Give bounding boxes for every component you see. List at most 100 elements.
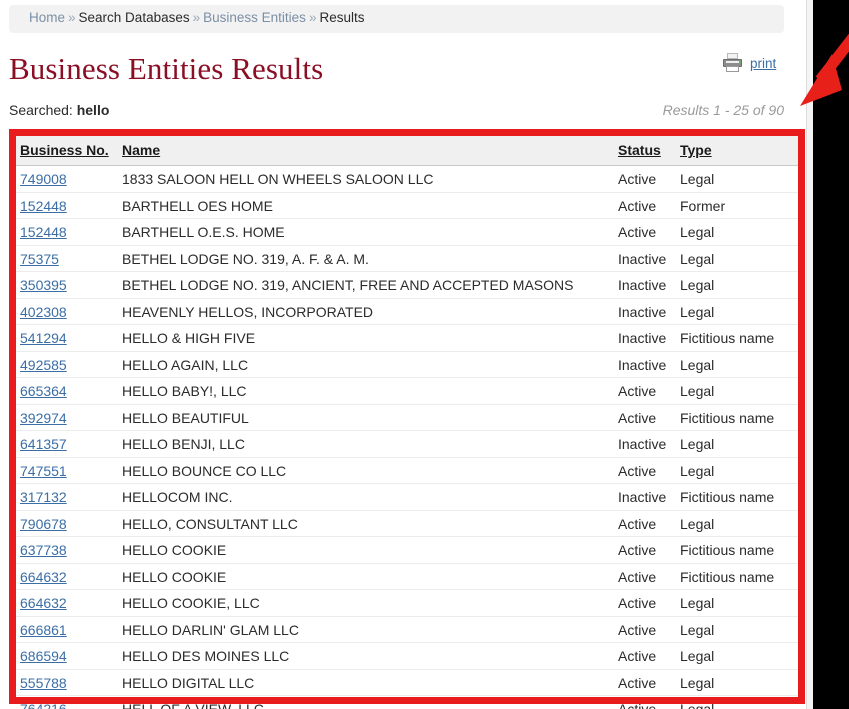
table-row: 317132 HELLOCOM INC. Inactive Fictitious na… xyxy=(16,484,798,510)
cell-type: Legal xyxy=(680,224,715,241)
cell-status: Active xyxy=(618,515,657,532)
table-row: 666861 HELLO DARLIN' GLAM LLC Active Legal xyxy=(16,616,798,643)
cell-business-no: 555788 xyxy=(16,669,118,696)
cell-business-no: 402308 xyxy=(16,298,118,325)
cell-name: HELLO COOKIE xyxy=(122,542,227,559)
business-no-link[interactable]: 665364 xyxy=(20,383,67,399)
page-content: Home» Search Databases» Business Entities»… xyxy=(0,0,806,709)
cell-type: Legal xyxy=(680,621,715,638)
business-no-link[interactable]: 402308 xyxy=(20,304,67,320)
cell-type: Legal xyxy=(676,696,798,709)
table-row: 555788 HELLO DIGITAL LLC Active Legal xyxy=(16,669,798,696)
cell-business-no: 152448 xyxy=(16,192,118,219)
cell-business-no: 392974 xyxy=(16,404,118,431)
cell-name: HELLOCOM INC. xyxy=(122,489,233,506)
cell-type: Legal xyxy=(680,250,715,267)
breadcrumb-item-search-databases: Search Databases xyxy=(78,10,190,25)
cell-type: Legal xyxy=(680,303,715,320)
breadcrumb: Home» Search Databases» Business Entities»… xyxy=(9,5,784,33)
business-no-link[interactable]: 75375 xyxy=(20,251,59,267)
cell-business-no: 664632 xyxy=(16,563,118,590)
cell-status: Active xyxy=(618,224,657,241)
cell-status: Active xyxy=(618,568,657,585)
business-no-link[interactable]: 555788 xyxy=(20,675,67,691)
breadcrumb-item-home[interactable]: Home xyxy=(29,10,65,25)
cell-name: 1833 SALOON HELL ON WHEELS SALOON LLC xyxy=(122,171,434,188)
results-table-body: 749008 1833 SALOON HELL ON WHEELS SALOON … xyxy=(16,166,798,709)
cell-status: Active xyxy=(618,648,657,665)
cell-business-no: 350395 xyxy=(16,272,118,299)
business-no-link[interactable]: 664632 xyxy=(20,569,67,585)
cell-status: Inactive xyxy=(618,277,667,294)
print-label: print xyxy=(750,55,777,71)
cell-name: HELLO BEAUTIFUL xyxy=(122,409,249,426)
cell-type: Legal xyxy=(680,383,715,400)
cell-name: BARTHELL OES HOME xyxy=(122,197,273,214)
business-no-link[interactable]: 764216 xyxy=(20,701,67,709)
column-header-type[interactable]: Type xyxy=(676,136,798,166)
cell-name: HELLO, CONSULTANT LLC xyxy=(122,515,298,532)
cell-business-no: 75375 xyxy=(16,245,118,272)
column-header-status[interactable]: Status xyxy=(614,136,676,166)
cell-status: Inactive xyxy=(618,489,667,506)
cell-name: BETHEL LODGE NO. 319, ANCIENT, FREE AND … xyxy=(122,277,574,294)
cell-status: Active xyxy=(618,171,657,188)
cell-business-no: 664632 xyxy=(16,590,118,617)
table-row: 402308 HEAVENLY HELLOS, INCORPORATED Inact… xyxy=(16,298,798,325)
cell-status: Active xyxy=(618,197,657,214)
searched-summary: Searched: hello xyxy=(9,102,109,118)
table-row: 152448 BARTHELL O.E.S. HOME Active Legal xyxy=(16,219,798,245)
table-row: 686594 HELLO DES MOINES LLC Active Legal xyxy=(16,643,798,669)
printer-icon xyxy=(722,53,744,73)
business-no-link[interactable]: 350395 xyxy=(20,277,67,293)
cell-business-no: 666861 xyxy=(16,616,118,643)
cell-type: Legal xyxy=(680,648,715,665)
business-no-link[interactable]: 641357 xyxy=(20,436,67,452)
cell-status: Inactive xyxy=(618,356,667,373)
column-header-name[interactable]: Name xyxy=(118,136,614,166)
table-row: 665364 HELLO BABY!, LLC Active Legal xyxy=(16,378,798,404)
cell-type: Fictitious name xyxy=(680,568,775,585)
searched-label: Searched: xyxy=(9,102,73,118)
print-button[interactable]: print xyxy=(722,53,776,73)
cell-business-no: 641357 xyxy=(16,431,118,458)
business-no-link[interactable]: 686594 xyxy=(20,648,67,664)
business-no-link[interactable]: 637738 xyxy=(20,542,67,558)
searched-term: hello xyxy=(76,102,110,118)
business-no-link[interactable]: 492585 xyxy=(20,357,67,373)
cell-type: Legal xyxy=(680,356,715,373)
table-row: 747551 HELLO BOUNCE CO LLC Active Legal xyxy=(16,457,798,484)
cell-type: Legal xyxy=(680,436,715,453)
results-count: Results 1 - 25 of 90 xyxy=(662,102,784,118)
table-row: 637738 HELLO COOKIE Active Fictitious name xyxy=(16,537,798,563)
business-no-link[interactable]: 790678 xyxy=(20,516,67,532)
page-title: Business Entities Results xyxy=(9,51,324,86)
cell-status: Inactive xyxy=(618,436,667,453)
table-row: 664632 HELLO COOKIE Active Fictitious name xyxy=(16,563,798,590)
business-no-link[interactable]: 749008 xyxy=(20,171,67,187)
business-no-link[interactable]: 152448 xyxy=(20,224,67,240)
cell-name: HEAVENLY HELLOS, INCORPORATED xyxy=(122,303,374,320)
cell-name: HELLO AGAIN, LLC xyxy=(122,356,249,373)
table-row: 790678 HELLO, CONSULTANT LLC Active Legal xyxy=(16,510,798,537)
business-no-link[interactable]: 317132 xyxy=(20,489,67,505)
business-no-link[interactable]: 152448 xyxy=(20,198,67,214)
breadcrumb-separator: » xyxy=(192,10,201,25)
cell-status: Active xyxy=(618,621,657,638)
cell-name: HELL OF A VIEW, LLC xyxy=(118,696,614,709)
cell-status: Active xyxy=(618,383,657,400)
business-no-link[interactable]: 664632 xyxy=(20,595,67,611)
cell-type: Legal xyxy=(680,277,715,294)
business-no-link[interactable]: 666861 xyxy=(20,622,67,638)
column-header-business-no[interactable]: Business No. xyxy=(16,136,118,166)
business-no-link[interactable]: 747551 xyxy=(20,463,67,479)
cell-status: Active xyxy=(614,696,676,709)
cell-business-no: 790678 xyxy=(16,510,118,537)
cell-business-no: 749008 xyxy=(16,166,118,193)
cell-type: Legal xyxy=(680,515,715,532)
business-no-link[interactable]: 392974 xyxy=(20,410,67,426)
cell-status: Active xyxy=(618,595,657,612)
business-no-link[interactable]: 541294 xyxy=(20,330,67,346)
breadcrumb-item-business-entities[interactable]: Business Entities xyxy=(203,10,306,25)
cell-type: Fictitious name xyxy=(680,330,775,347)
